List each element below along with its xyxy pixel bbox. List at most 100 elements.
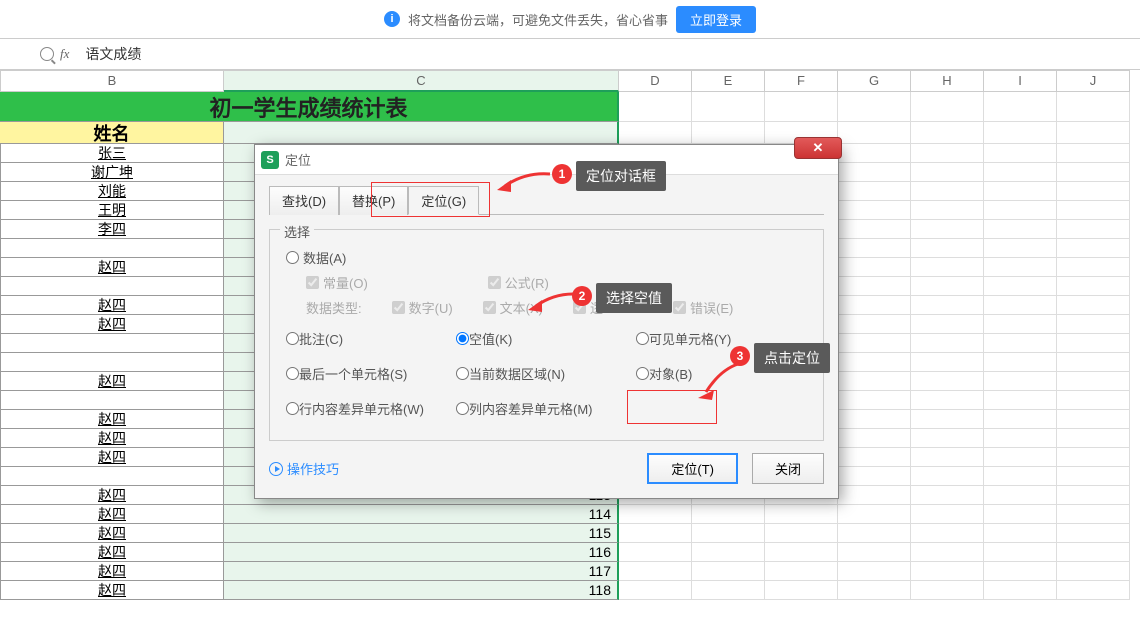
cell-name[interactable]: 王明 xyxy=(0,201,224,220)
radio-comment[interactable]: 批注(C) xyxy=(286,329,456,348)
tab-find[interactable]: 查找(D) xyxy=(269,186,339,215)
empty-cell[interactable] xyxy=(1057,505,1130,524)
empty-cell[interactable] xyxy=(911,486,984,505)
empty-cell[interactable] xyxy=(1057,372,1130,391)
fx-label[interactable]: fx xyxy=(60,46,69,62)
radio-blank[interactable]: 空值(K) xyxy=(456,329,636,348)
empty-cell[interactable] xyxy=(1057,163,1130,182)
cell-name[interactable]: 赵四 xyxy=(0,448,224,467)
empty-cell[interactable] xyxy=(838,277,911,296)
col-header-E[interactable]: E xyxy=(692,70,765,92)
empty-cell[interactable] xyxy=(838,353,911,372)
empty-cell[interactable] xyxy=(911,391,984,410)
empty-cell[interactable] xyxy=(838,144,911,163)
empty-cell[interactable] xyxy=(911,296,984,315)
empty-cell[interactable] xyxy=(838,258,911,277)
cell-name[interactable]: 赵四 xyxy=(0,296,224,315)
empty-cell[interactable] xyxy=(911,201,984,220)
empty-cell[interactable] xyxy=(838,429,911,448)
close-button[interactable]: 关闭 xyxy=(752,453,824,484)
empty-cell[interactable] xyxy=(984,505,1057,524)
empty-cell[interactable] xyxy=(1057,391,1130,410)
col-header-D[interactable]: D xyxy=(619,70,692,92)
cell-value[interactable]: 115 xyxy=(224,524,619,543)
empty-cell[interactable] xyxy=(911,543,984,562)
empty-cell[interactable] xyxy=(765,505,838,524)
cell-value[interactable]: 114 xyxy=(224,505,619,524)
empty-cell[interactable] xyxy=(838,410,911,429)
cell-name[interactable]: 赵四 xyxy=(0,372,224,391)
empty-cell[interactable] xyxy=(838,122,911,144)
empty-cell[interactable] xyxy=(619,562,692,581)
empty-cell[interactable] xyxy=(1057,122,1130,144)
cell-name[interactable] xyxy=(0,391,224,410)
empty-cell[interactable] xyxy=(1057,486,1130,505)
empty-cell[interactable] xyxy=(1057,315,1130,334)
empty-cell[interactable] xyxy=(838,524,911,543)
empty-cell[interactable] xyxy=(619,543,692,562)
empty-cell[interactable] xyxy=(838,448,911,467)
empty-cell[interactable] xyxy=(838,315,911,334)
empty-cell[interactable] xyxy=(838,220,911,239)
empty-cell[interactable] xyxy=(838,92,911,122)
tips-link[interactable]: 操作技巧 xyxy=(269,459,339,478)
radio-rowdiff[interactable]: 行内容差异单元格(W) xyxy=(286,399,456,418)
cell-name[interactable]: 赵四 xyxy=(0,429,224,448)
cell-value[interactable]: 116 xyxy=(224,543,619,562)
empty-cell[interactable] xyxy=(838,182,911,201)
empty-cell[interactable] xyxy=(984,486,1057,505)
empty-cell[interactable] xyxy=(1057,581,1130,600)
empty-cell[interactable] xyxy=(911,524,984,543)
col-header-G[interactable]: G xyxy=(838,70,911,92)
empty-cell[interactable] xyxy=(1057,410,1130,429)
empty-cell[interactable] xyxy=(1057,201,1130,220)
empty-cell[interactable] xyxy=(984,543,1057,562)
empty-cell[interactable] xyxy=(984,410,1057,429)
empty-cell[interactable] xyxy=(911,505,984,524)
empty-cell[interactable] xyxy=(984,372,1057,391)
empty-cell[interactable] xyxy=(984,391,1057,410)
empty-cell[interactable] xyxy=(984,429,1057,448)
col-header-H[interactable]: H xyxy=(911,70,984,92)
empty-cell[interactable] xyxy=(838,239,911,258)
empty-cell[interactable] xyxy=(838,201,911,220)
empty-cell[interactable] xyxy=(619,581,692,600)
cell-name[interactable]: 李四 xyxy=(0,220,224,239)
empty-cell[interactable] xyxy=(911,144,984,163)
cell-name[interactable]: 赵四 xyxy=(0,410,224,429)
radio-region[interactable]: 当前数据区域(N) xyxy=(456,364,636,383)
empty-cell[interactable] xyxy=(911,239,984,258)
radio-coldiff[interactable]: 列内容差异单元格(M) xyxy=(456,399,636,418)
empty-cell[interactable] xyxy=(984,122,1057,144)
col-header-B[interactable]: B xyxy=(0,70,224,92)
empty-cell[interactable] xyxy=(911,429,984,448)
cell-name[interactable] xyxy=(0,239,224,258)
empty-cell[interactable] xyxy=(765,92,838,122)
empty-cell[interactable] xyxy=(984,163,1057,182)
empty-cell[interactable] xyxy=(1057,524,1130,543)
empty-cell[interactable] xyxy=(619,505,692,524)
empty-cell[interactable] xyxy=(692,581,765,600)
empty-cell[interactable] xyxy=(692,524,765,543)
empty-cell[interactable] xyxy=(911,448,984,467)
cell-name[interactable]: 张三 xyxy=(0,144,224,163)
radio-data[interactable]: 数据(A) xyxy=(286,248,346,267)
empty-cell[interactable] xyxy=(911,372,984,391)
empty-cell[interactable] xyxy=(984,277,1057,296)
empty-cell[interactable] xyxy=(838,163,911,182)
formula-input[interactable] xyxy=(77,42,1140,66)
empty-cell[interactable] xyxy=(838,581,911,600)
empty-cell[interactable] xyxy=(765,581,838,600)
empty-cell[interactable] xyxy=(1057,448,1130,467)
empty-cell[interactable] xyxy=(911,92,984,122)
cell-name[interactable] xyxy=(0,353,224,372)
empty-cell[interactable] xyxy=(984,524,1057,543)
empty-cell[interactable] xyxy=(1057,429,1130,448)
col-header-C[interactable]: C xyxy=(224,70,619,92)
cell-name[interactable] xyxy=(0,334,224,353)
empty-cell[interactable] xyxy=(984,296,1057,315)
empty-cell[interactable] xyxy=(911,220,984,239)
empty-cell[interactable] xyxy=(984,581,1057,600)
empty-cell[interactable] xyxy=(619,122,692,144)
empty-cell[interactable] xyxy=(1057,277,1130,296)
